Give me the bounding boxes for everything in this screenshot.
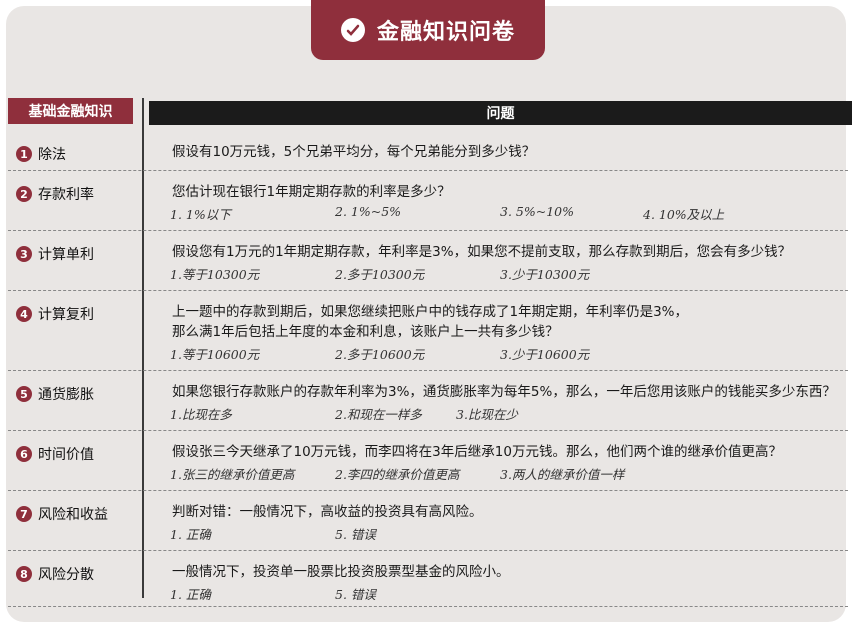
row-number-badge: 6 [16, 446, 32, 462]
row-topic: 6 时间价值 [16, 444, 94, 464]
question-text: 如果您银行存款账户的存款年利率为3%，通货膨胀率为每年5%，那么，一年后您用该账… [172, 382, 836, 402]
row-topic-label: 计算单利 [38, 247, 94, 263]
answer-option: 3.少于10300元 [500, 267, 590, 282]
question-line: 假设有10万元钱，5个兄弟平均分，每个兄弟能分到多少钱？ [172, 144, 536, 160]
question-text: 上一题中的存款到期后，如果您继续把账户中的钱存成了1年期定期，年利率仍是3%， 那… [172, 302, 688, 342]
row-topic: 5 通货膨胀 [16, 384, 94, 404]
answer-option: 1.等于10600元 [170, 347, 260, 362]
row-number-badge: 4 [16, 306, 32, 322]
answer-option: 1. 1%以下 [170, 207, 231, 222]
table-row: 5 通货膨胀 如果您银行存款账户的存款年利率为3%，通货膨胀率为每年5%，那么，一年… [8, 370, 848, 431]
answer-option: 5. 错误 [335, 527, 376, 542]
table-row: 1 除法 假设有10万元钱，5个兄弟平均分，每个兄弟能分到多少钱？ [8, 130, 848, 171]
question-text: 假设张三今天继承了10万元钱，而李四将在3年后继承10万元钱。那么，他们两个谁的… [172, 442, 782, 462]
row-number-badge: 1 [16, 146, 32, 162]
answer-option: 4. 10%及以上 [643, 207, 725, 222]
row-topic: 8 风险分散 [16, 564, 94, 584]
answer-option: 2.李四的继承价值更高 [335, 467, 460, 482]
header-question: 问题 [149, 101, 852, 125]
question-text: 假设您有1万元的1年期定期存款，年利率是3%，如果您不提前支取，那么存款到期后，… [172, 242, 791, 262]
table-row: 2 存款利率 您估计现在银行1年期定期存款的利率是多少？ 1. 1%以下 2. 1%~5… [8, 170, 848, 231]
table-row: 6 时间价值 假设张三今天继承了10万元钱，而李四将在3年后继承10万元钱。那么，他… [8, 430, 848, 491]
row-topic: 2 存款利率 [16, 184, 94, 204]
row-number-badge: 2 [16, 186, 32, 202]
answer-option: 1.等于10300元 [170, 267, 260, 282]
row-topic-label: 通货膨胀 [38, 387, 94, 403]
row-topic: 1 除法 [16, 144, 66, 164]
table-row: 3 计算单利 假设您有1万元的1年期定期存款，年利率是3%，如果您不提前支取，那么存… [8, 230, 848, 291]
row-topic-label: 存款利率 [38, 187, 94, 203]
page-title: 金融知识问卷 [376, 20, 515, 45]
row-number-badge: 5 [16, 386, 32, 402]
row-topic: 7 风险和收益 [16, 504, 108, 524]
answer-option: 5. 错误 [335, 587, 376, 602]
title-tab: 金融知识问卷 [311, 0, 545, 60]
table-row: 8 风险分散 一般情况下，投资单一股票比投资股票型基金的风险小。 1. 正确 5. 错误 [8, 550, 848, 607]
question-text: 判断对错：一般情况下，高收益的投资具有高风险。 [172, 502, 483, 522]
answer-option: 1.张三的继承价值更高 [170, 467, 295, 482]
row-number-badge: 7 [16, 506, 32, 522]
answer-option: 1.比现在多 [170, 407, 232, 422]
row-topic: 4 计算复利 [16, 304, 94, 324]
question-text: 假设有10万元钱，5个兄弟平均分，每个兄弟能分到多少钱？ [172, 142, 535, 162]
answer-option: 2.多于10600元 [335, 347, 425, 362]
question-line: 一般情况下，投资单一股票比投资股票型基金的风险小。 [172, 564, 510, 580]
question-line: 假设您有1万元的1年期定期存款，年利率是3%，如果您不提前支取，那么存款到期后，… [172, 244, 792, 260]
row-topic-label: 风险和收益 [38, 507, 108, 523]
table-row: 4 计算复利 上一题中的存款到期后，如果您继续把账户中的钱存成了1年期定期，年利率仍… [8, 290, 848, 371]
answer-option: 2.多于10300元 [335, 267, 425, 282]
row-topic-label: 时间价值 [38, 447, 94, 463]
question-line: 您估计现在银行1年期定期存款的利率是多少？ [172, 184, 451, 200]
row-topic-label: 计算复利 [38, 307, 94, 323]
table-row: 7 风险和收益 判断对错：一般情况下，高收益的投资具有高风险。 1. 正确 5. 错误 [8, 490, 848, 551]
answer-option: 3. 5%~10% [500, 204, 574, 219]
answer-option: 2. 1%~5% [335, 204, 402, 219]
header-topic: 基础金融知识 [8, 98, 133, 124]
row-topic: 3 计算单利 [16, 244, 94, 264]
row-number-badge: 3 [16, 246, 32, 262]
answer-option: 1. 正确 [170, 587, 211, 602]
question-text: 您估计现在银行1年期定期存款的利率是多少？ [172, 182, 451, 202]
question-line: 那么满1年后包括上年度的本金和利息，该账户上一共有多少钱？ [172, 324, 559, 340]
question-line: 上一题中的存款到期后，如果您继续把账户中的钱存成了1年期定期，年利率仍是3%， [172, 304, 689, 320]
question-text: 一般情况下，投资单一股票比投资股票型基金的风险小。 [172, 562, 510, 582]
pen-check-icon [340, 18, 365, 42]
row-number-badge: 8 [16, 566, 32, 582]
row-topic-label: 除法 [38, 147, 66, 163]
row-topic-label: 风险分散 [38, 567, 94, 583]
answer-option: 3.两人的继承价值一样 [500, 467, 625, 482]
answer-option: 3.比现在少 [456, 407, 518, 422]
answer-option: 1. 正确 [170, 527, 211, 542]
question-line: 假设张三今天继承了10万元钱，而李四将在3年后继承10万元钱。那么，他们两个谁的… [172, 444, 782, 460]
answer-option: 2.和现在一样多 [335, 407, 422, 422]
question-line: 如果您银行存款账户的存款年利率为3%，通货膨胀率为每年5%，那么，一年后您用该账… [172, 384, 836, 400]
question-line: 判断对错：一般情况下，高收益的投资具有高风险。 [172, 504, 483, 520]
answer-option: 3.少于10600元 [500, 347, 590, 362]
